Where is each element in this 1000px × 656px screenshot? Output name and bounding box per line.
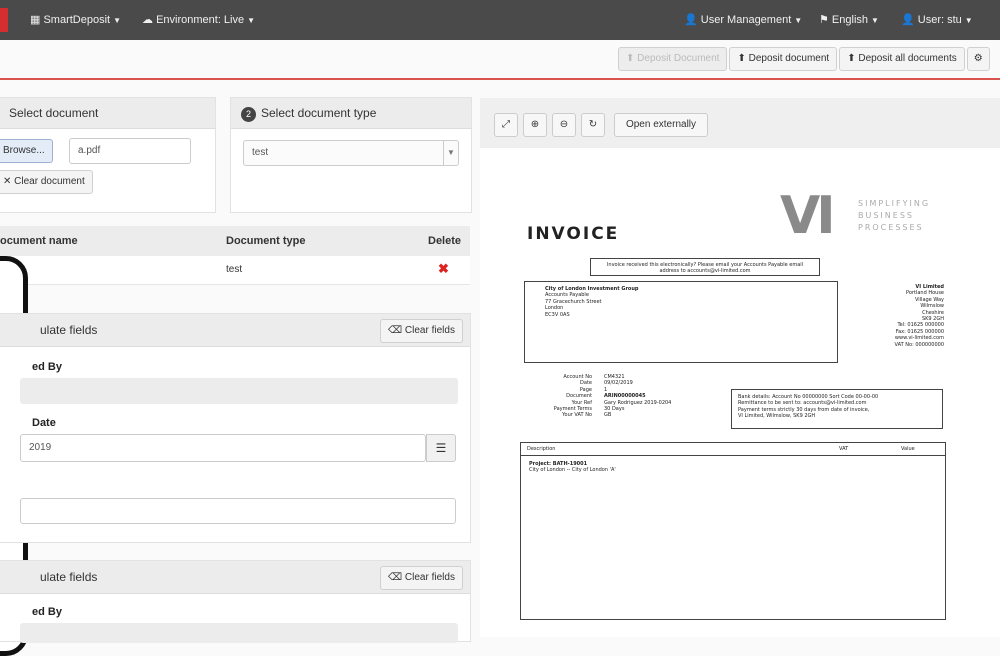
bank-details-note: Bank details: Account No 00000000 Sort C…	[731, 389, 943, 429]
invoice-meta-labels: Account No Date Page Document Your Ref P…	[553, 374, 592, 419]
deposit-toolbar: ⬆ Deposit Document ⬆ Deposit document ⬆ …	[618, 47, 990, 71]
nav-environment-menu[interactable]: ☁ Environment: Live ▼	[142, 13, 255, 26]
company-tagline: SIMPLIFYING BUSINESS PROCESSES	[858, 199, 931, 232]
nav-product-menu[interactable]: ▦ SmartDeposit ▼	[30, 13, 121, 26]
invoice-document: INVOICE VI SIMPLIFYING BUSINESS PROCESSE…	[480, 148, 1000, 637]
company-logo: VI	[780, 186, 836, 246]
col-delete: Delete	[428, 235, 462, 247]
bill-to-address: City of London Investment Group Accounts…	[524, 281, 838, 363]
upload-icon: ⬆	[737, 53, 749, 64]
nav-language-menu[interactable]: ⚑ English ▼	[819, 13, 879, 26]
table-row[interactable]: test ✖	[0, 256, 470, 285]
populate-fields-panel: ulate fields ⌫ Clear fields ed By Date 2…	[0, 313, 471, 543]
nav-user-menu[interactable]: 👤 User: stu ▼	[901, 13, 973, 26]
clear-fields-button[interactable]: ⌫ Clear fields	[380, 319, 463, 343]
top-navbar: ▦ SmartDeposit ▼ ☁ Environment: Live ▼ 👤 U…	[0, 0, 1000, 40]
deposit-document-button[interactable]: ⬆ Deposit document	[729, 47, 838, 71]
grid-icon: ▦	[30, 14, 44, 26]
deposit-document-disabled-button[interactable]: ⬆ Deposit Document	[618, 47, 728, 71]
select-type-panel: 2 Select document type test ▼	[230, 97, 472, 213]
close-icon: ✕	[3, 176, 15, 187]
input-disabled[interactable]	[20, 623, 458, 643]
header-divider	[0, 78, 1000, 80]
zoom-out-icon[interactable]: ⊖	[552, 113, 576, 137]
delete-icon[interactable]: ✖	[438, 261, 449, 277]
caret-down-icon: ▼	[964, 16, 973, 25]
invoice-heading: INVOICE	[527, 224, 620, 244]
upload-icon: ⬆	[847, 53, 859, 64]
gear-icon: ⚙	[973, 53, 983, 64]
settings-button[interactable]: ⚙	[966, 47, 990, 71]
date-label: Date	[32, 417, 56, 429]
user-icon: 👤	[901, 14, 918, 26]
caret-down-icon: ▼	[871, 16, 879, 25]
cloud-icon: ☁	[142, 14, 157, 26]
clear-fields-button[interactable]: ⌫ Clear fields	[380, 566, 463, 590]
user-icon: 👤	[684, 14, 701, 26]
open-externally-button[interactable]: Open externally	[614, 113, 708, 137]
step-number-badge: 2	[241, 107, 256, 122]
caret-down-icon: ▼	[247, 16, 256, 25]
calendar-icon[interactable]: ☰	[426, 434, 456, 462]
app-logo	[0, 8, 8, 32]
field-label: ed By	[32, 606, 62, 618]
select-document-panel: Select document Browse... a.pdf ✕ Clear …	[0, 97, 216, 213]
col-document-name: ocument name	[0, 235, 78, 247]
invoice-lines-table: Description VAT Value Project: BATH-1900…	[520, 442, 946, 620]
chevron-down-icon: ▼	[443, 141, 458, 165]
clear-document-button[interactable]: ✕ Clear document	[0, 170, 93, 194]
upload-icon: ⬆	[626, 53, 638, 64]
email-notice: Invoice received this electronically? Pl…	[590, 258, 820, 276]
zoom-in-icon[interactable]: ⊕	[523, 113, 547, 137]
nav-user-management-menu[interactable]: 👤 User Management ▼	[684, 13, 802, 26]
input-disabled[interactable]	[20, 378, 458, 404]
eraser-icon: ⌫	[388, 572, 405, 583]
company-address: VI Limited Portland House Village Way Wi…	[894, 284, 944, 348]
rotate-icon[interactable]: ↻	[581, 113, 605, 137]
text-input[interactable]	[20, 498, 456, 524]
document-viewer-toolbar: ⤢ ⊕ ⊖ ↻ Open externally	[480, 98, 1000, 149]
select-document-header: Select document	[0, 98, 215, 129]
eraser-icon: ⌫	[388, 325, 405, 336]
deposit-all-documents-button[interactable]: ⬆ Deposit all documents	[839, 47, 965, 71]
caret-down-icon: ▼	[794, 16, 803, 25]
invoice-line-item: Project: BATH-19001 City of London -- Ci…	[529, 461, 616, 474]
browse-button[interactable]: Browse...	[0, 139, 53, 163]
documents-table-header: ocument name Document type Delete	[0, 226, 470, 257]
document-type-select[interactable]: test ▼	[243, 140, 459, 166]
flag-icon: ⚑	[819, 14, 832, 26]
lines-header: Description VAT Value	[521, 443, 945, 456]
select-type-header: 2 Select document type	[231, 98, 471, 129]
field-label: ed By	[32, 361, 62, 373]
date-input[interactable]: 2019	[20, 434, 426, 462]
populate-fields-panel-2: ulate fields ⌫ Clear fields ed By	[0, 560, 471, 643]
invoice-meta-values: CM4321 09/02/2019 1 ARIN00000045 Gary Ro…	[604, 374, 672, 419]
caret-down-icon: ▼	[113, 16, 122, 25]
file-name-field[interactable]: a.pdf	[69, 138, 191, 164]
col-document-type: Document type	[226, 235, 306, 247]
fit-screen-icon[interactable]: ⤢	[494, 113, 518, 137]
